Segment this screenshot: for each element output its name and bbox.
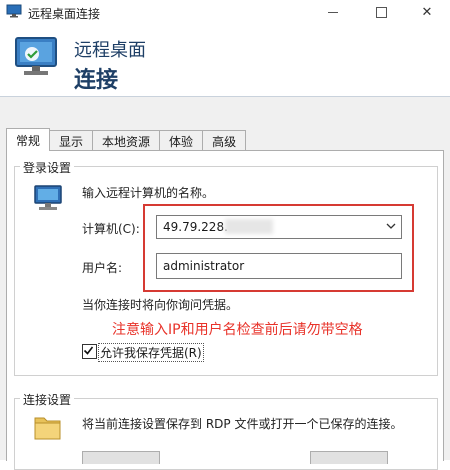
folder-icon <box>34 417 61 440</box>
save-button[interactable] <box>82 451 160 464</box>
tab-local-resources[interactable]: 本地资源 <box>92 130 161 151</box>
minimize-button[interactable] <box>310 0 356 24</box>
banner-title-line2: 连接 <box>74 68 119 93</box>
banner-title-line1: 远程桌面 <box>74 40 146 61</box>
checkmark-icon <box>83 346 94 355</box>
tab-display[interactable]: 显示 <box>49 130 94 151</box>
close-icon: ✕ <box>421 4 433 20</box>
save-credentials-checkbox[interactable] <box>82 344 97 359</box>
maximize-icon <box>375 6 387 18</box>
credentials-note: 当你连接时将向你询问凭据。 <box>82 298 239 312</box>
window-title: 远程桌面连接 <box>28 7 101 21</box>
tab-general[interactable]: 常规 <box>6 128 51 151</box>
remote-desktop-icon <box>6 4 22 18</box>
computer-prompt-text: 输入远程计算机的名称。 <box>82 186 215 200</box>
computer-label: 计算机(C): <box>82 222 140 236</box>
close-button[interactable]: ✕ <box>404 0 450 24</box>
login-settings-label: 登录设置 <box>20 159 75 176</box>
header-banner: 远程桌面 连接 <box>0 24 450 96</box>
open-button[interactable] <box>310 451 388 464</box>
connection-settings-label: 连接设置 <box>20 391 75 408</box>
title-bar: 远程桌面连接 ✕ <box>0 0 450 24</box>
tab-strip: 常规 显示 本地资源 体验 高级 <box>6 128 247 151</box>
annotation-warning-text: 注意输入IP和用户名检查前后请勿带空格 <box>112 322 363 338</box>
tab-experience[interactable]: 体验 <box>159 130 204 151</box>
username-label: 用户名: <box>82 261 123 275</box>
remote-desktop-monitor-icon <box>15 37 57 75</box>
minimize-icon <box>328 11 338 13</box>
annotation-highlight-box <box>143 204 414 292</box>
save-credentials-label[interactable]: 允许我保存凭据(R) <box>98 343 204 362</box>
tab-advanced[interactable]: 高级 <box>202 130 247 151</box>
computer-icon <box>34 185 62 210</box>
connection-description: 将当前连接设置保存到 RDP 文件或打开一个已保存的连接。 <box>82 417 403 431</box>
maximize-button[interactable] <box>358 0 404 24</box>
